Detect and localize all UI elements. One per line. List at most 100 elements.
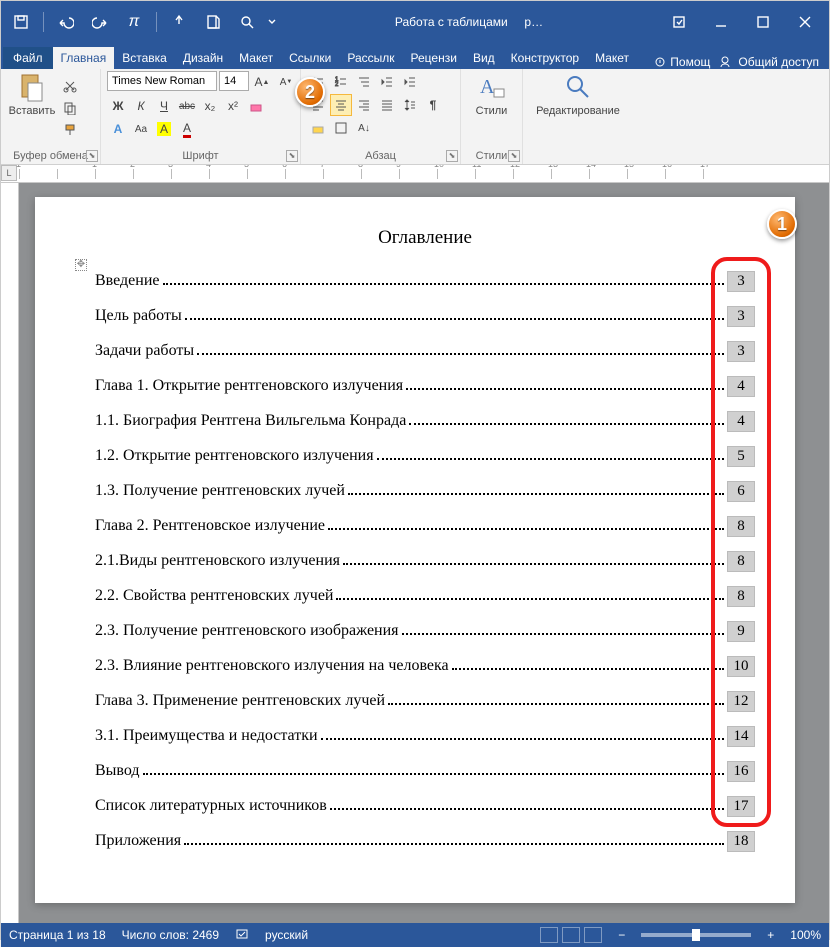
- close-button[interactable]: [785, 6, 825, 38]
- maximize-button[interactable]: [743, 6, 783, 38]
- toc-page-cell[interactable]: 9: [727, 621, 755, 642]
- toc-text[interactable]: Глава 2. Рентгеновское излучение: [95, 517, 325, 535]
- toc-text[interactable]: 1.3. Получение рентгеновских лучей: [95, 482, 345, 500]
- tell-me[interactable]: Помощ: [654, 55, 710, 69]
- toc-text[interactable]: 2.3. Влияние рентгеновского излучения на…: [95, 657, 449, 675]
- multilevel-button[interactable]: [353, 71, 375, 93]
- styles-launcher[interactable]: ⬊: [508, 150, 520, 162]
- clear-format-button[interactable]: [245, 95, 267, 117]
- grow-font-button[interactable]: A▲: [251, 71, 273, 93]
- toc-page-cell[interactable]: 17: [727, 796, 755, 817]
- paste-button[interactable]: Вставить: [7, 71, 57, 117]
- table-move-handle[interactable]: ✥: [75, 259, 87, 271]
- font-name-input[interactable]: [107, 71, 217, 91]
- status-proofing-icon[interactable]: [235, 927, 249, 944]
- italic-button[interactable]: К: [130, 95, 152, 117]
- toc-page-cell[interactable]: 3: [727, 271, 755, 292]
- tab-table-design[interactable]: Конструктор: [503, 47, 587, 69]
- borders-button[interactable]: [330, 117, 352, 139]
- toc-row[interactable]: Цель работы3: [95, 306, 755, 327]
- toc-page-cell[interactable]: 8: [727, 516, 755, 537]
- toc-row[interactable]: Глава 1. Открытие рентгеновского излучен…: [95, 376, 755, 397]
- print-preview-button[interactable]: [231, 6, 263, 38]
- toc-text[interactable]: 1.1. Биография Рентгена Вильгельма Конра…: [95, 412, 406, 430]
- highlight-button[interactable]: A: [153, 118, 175, 140]
- tab-insert[interactable]: Вставка: [114, 47, 175, 69]
- toc-text[interactable]: Глава 1. Открытие рентгеновского излучен…: [95, 377, 403, 395]
- toc-page-cell[interactable]: 3: [727, 341, 755, 362]
- tab-file[interactable]: Файл: [3, 47, 53, 69]
- doc-heading[interactable]: Оглавление: [95, 227, 755, 249]
- show-marks-button[interactable]: ¶: [422, 94, 444, 116]
- toc-page-cell[interactable]: 16: [727, 761, 755, 782]
- align-center-button[interactable]: [330, 94, 352, 116]
- view-read-button[interactable]: [540, 927, 558, 943]
- copy-button[interactable]: [59, 97, 81, 119]
- toc-page-cell[interactable]: 6: [727, 481, 755, 502]
- toc-text[interactable]: 3.1. Преимущества и недостатки: [95, 727, 318, 745]
- view-web-button[interactable]: [584, 927, 602, 943]
- toc-page-cell[interactable]: 8: [727, 551, 755, 572]
- toc-row[interactable]: 1.1. Биография Рентгена Вильгельма Конра…: [95, 411, 755, 432]
- toc-page-cell[interactable]: 4: [727, 411, 755, 432]
- undo-button[interactable]: [50, 6, 82, 38]
- numbering-button[interactable]: 12: [330, 71, 352, 93]
- clipboard-launcher[interactable]: ⬊: [86, 150, 98, 162]
- new-doc-button[interactable]: [197, 6, 229, 38]
- toc-row[interactable]: Глава 3. Применение рентгеновских лучей1…: [95, 691, 755, 712]
- toc-page-cell[interactable]: 8: [727, 586, 755, 607]
- toc-page-cell[interactable]: 4: [727, 376, 755, 397]
- toc-page-cell[interactable]: 18: [727, 831, 755, 852]
- toc-row[interactable]: 2.1.Виды рентгеновского излучения8: [95, 551, 755, 572]
- tab-view[interactable]: Вид: [465, 47, 503, 69]
- align-justify-button[interactable]: [376, 94, 398, 116]
- tab-mailings[interactable]: Рассылк: [339, 47, 402, 69]
- font-launcher[interactable]: ⬊: [286, 150, 298, 162]
- toc-row[interactable]: Глава 2. Рентгеновское излучение 8: [95, 516, 755, 537]
- toc-row[interactable]: 3.1. Преимущества и недостатки 14: [95, 726, 755, 747]
- subscript-button[interactable]: x₂: [199, 95, 221, 117]
- qat-customize[interactable]: [265, 6, 279, 38]
- tab-layout[interactable]: Макет: [231, 47, 281, 69]
- toc-text[interactable]: Введение: [95, 272, 160, 290]
- save-button[interactable]: [5, 6, 37, 38]
- underline-button[interactable]: Ч: [153, 95, 175, 117]
- text-effects-button[interactable]: A: [107, 118, 129, 140]
- tab-references[interactable]: Ссылки: [281, 47, 339, 69]
- toc-row[interactable]: Список литературных источников17: [95, 796, 755, 817]
- toc-text[interactable]: 1.2. Открытие рентгеновского излучения: [95, 447, 374, 465]
- shading-button[interactable]: [307, 117, 329, 139]
- paragraph-launcher[interactable]: ⬊: [446, 150, 458, 162]
- toc-row[interactable]: 2.3. Получение рентгеновского изображени…: [95, 621, 755, 642]
- toc-row[interactable]: Введение 3: [95, 271, 755, 292]
- horizontal-ruler[interactable]: L 1 12 34 56 78 910 1112 1314 1516 17: [1, 165, 829, 183]
- toc-text[interactable]: Приложения: [95, 832, 181, 850]
- change-case-button[interactable]: Aa: [130, 118, 152, 140]
- bold-button[interactable]: Ж: [107, 95, 129, 117]
- toc-row[interactable]: Вывод16: [95, 761, 755, 782]
- document-area[interactable]: 1 Оглавление ✥ Введение3 Цель работы3Зад…: [1, 183, 829, 923]
- font-color-button[interactable]: A: [176, 118, 198, 140]
- toc-page-cell[interactable]: 3: [727, 306, 755, 327]
- page[interactable]: 1 Оглавление ✥ Введение3 Цель работы3Зад…: [35, 197, 795, 903]
- toc-page-cell[interactable]: 5: [727, 446, 755, 467]
- ribbon-options-button[interactable]: [659, 6, 699, 38]
- toc-text[interactable]: 2.3. Получение рентгеновского изображени…: [95, 622, 399, 640]
- toc-text[interactable]: 2.2. Свойства рентгеновских лучей: [95, 587, 333, 605]
- format-painter-button[interactable]: [59, 119, 81, 141]
- line-spacing-button[interactable]: [399, 94, 421, 116]
- tab-home[interactable]: Главная: [53, 47, 115, 69]
- font-size-input[interactable]: [219, 71, 249, 91]
- toc-text[interactable]: Задачи работы: [95, 342, 194, 360]
- tab-review[interactable]: Рецензи: [403, 47, 465, 69]
- toc-row[interactable]: Задачи работы 3: [95, 341, 755, 362]
- shrink-font-button[interactable]: A▼: [275, 71, 297, 93]
- strike-button[interactable]: abc: [176, 95, 198, 117]
- align-right-button[interactable]: [353, 94, 375, 116]
- tab-table-layout[interactable]: Макет: [587, 47, 637, 69]
- toc-page-cell[interactable]: 14: [727, 726, 755, 747]
- increase-indent-button[interactable]: [399, 71, 421, 93]
- ruler-corner[interactable]: L: [1, 165, 17, 181]
- toc-row[interactable]: 1.2. Открытие рентгеновского излучения 5: [95, 446, 755, 467]
- toc-row[interactable]: 2.2. Свойства рентгеновских лучей 8: [95, 586, 755, 607]
